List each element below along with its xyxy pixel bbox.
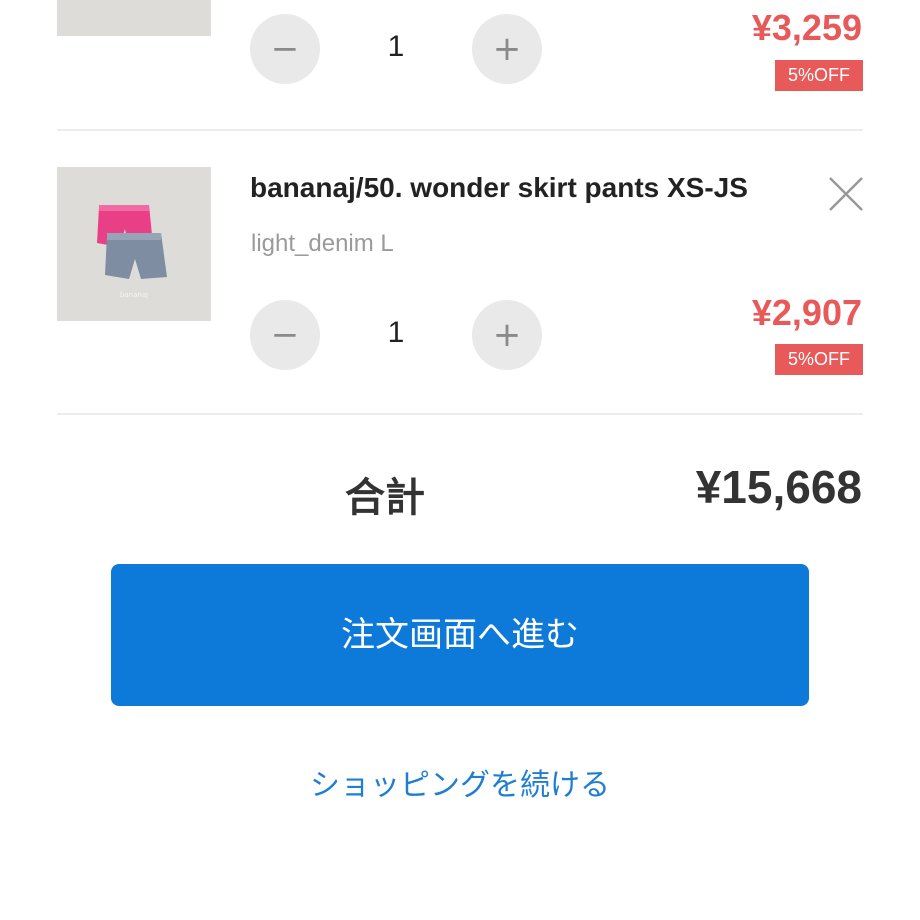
quantity-value: 1 xyxy=(387,316,405,349)
plus-icon: + xyxy=(492,29,522,69)
increase-quantity-button[interactable]: + xyxy=(472,14,542,84)
continue-shopping-link[interactable]: ショッピングを続ける xyxy=(0,760,920,804)
plus-icon: + xyxy=(492,315,522,355)
product-title[interactable]: bananaj/50. wonder skirt pants XS-JS xyxy=(250,172,748,204)
svg-text:bananaj: bananaj xyxy=(120,291,148,299)
total-label: 合計 xyxy=(345,475,425,521)
total-amount: ¥15,668 xyxy=(695,461,862,513)
product-variant: light_denim L xyxy=(251,230,394,257)
minus-icon: − xyxy=(270,315,300,355)
product-thumbnail[interactable]: bananaj xyxy=(57,167,211,321)
product-image: bananaj xyxy=(57,167,211,321)
increase-quantity-button[interactable]: + xyxy=(472,300,542,370)
minus-icon: − xyxy=(270,29,300,69)
cart-page: − 1 + ¥3,259 5%OFF bananaj bananaj/50. w… xyxy=(0,0,920,920)
divider xyxy=(57,413,863,415)
quantity-value: 1 xyxy=(387,30,405,63)
remove-item-button[interactable] xyxy=(826,174,866,214)
discount-badge: 5%OFF xyxy=(775,344,863,375)
product-thumbnail[interactable] xyxy=(57,0,211,36)
close-icon xyxy=(829,177,863,211)
decrease-quantity-button[interactable]: − xyxy=(250,14,320,84)
discount-badge: 5%OFF xyxy=(775,60,863,91)
checkout-button[interactable]: 注文画面へ進む xyxy=(111,564,809,706)
decrease-quantity-button[interactable]: − xyxy=(250,300,320,370)
item-price: ¥3,259 xyxy=(751,7,862,48)
divider xyxy=(57,129,863,131)
item-price: ¥2,907 xyxy=(751,292,862,333)
product-image xyxy=(57,0,211,36)
